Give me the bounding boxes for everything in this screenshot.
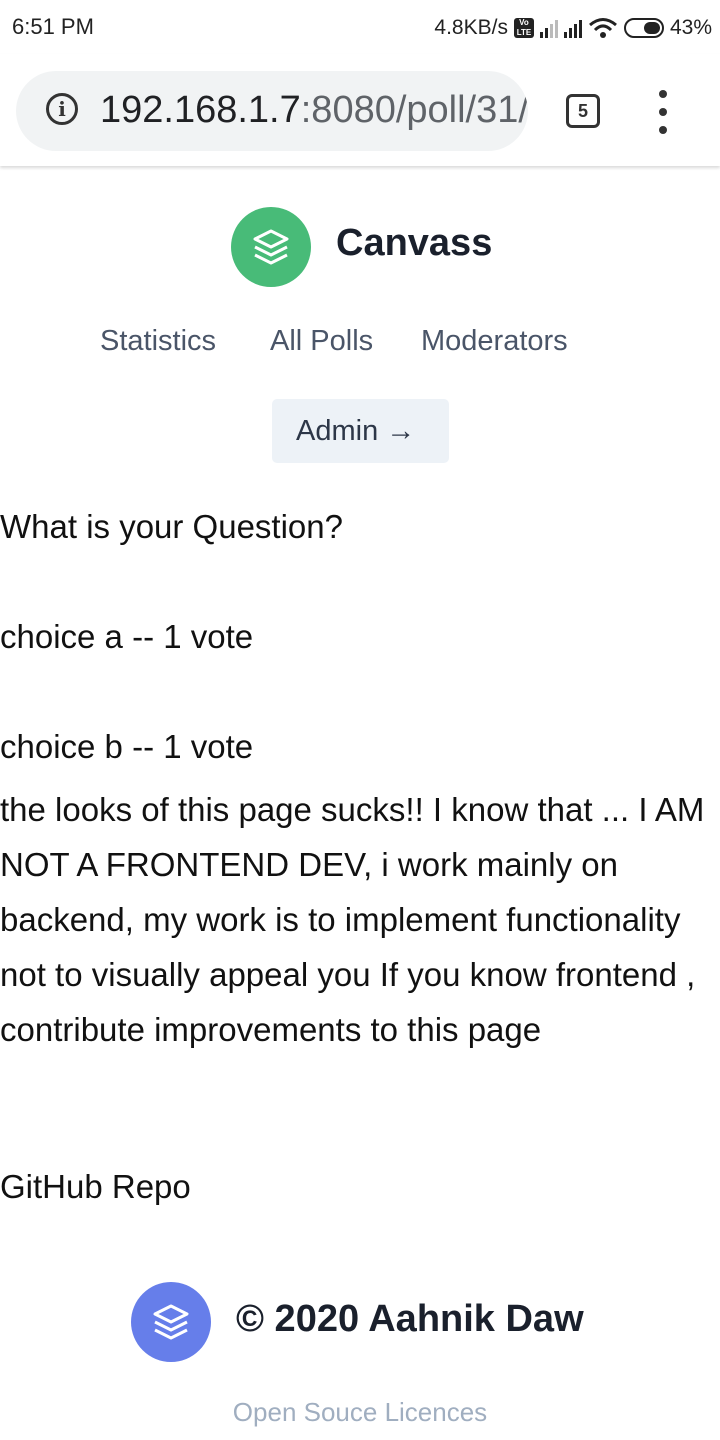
info-icon[interactable]: i	[46, 93, 78, 125]
open-source-licences-link[interactable]: Open Souce Licences	[0, 1397, 720, 1428]
admin-button[interactable]: Admin →	[272, 399, 449, 463]
brand-title[interactable]: Canvass	[336, 222, 492, 265]
canvass-logo-icon[interactable]	[231, 207, 311, 287]
status-icons: 4.8KB/s Vo LTE 43%	[434, 14, 712, 42]
nav-link-all-polls[interactable]: All Polls	[270, 325, 373, 358]
admin-button-label: Admin	[296, 415, 379, 447]
url-host: 192.168.1.7	[100, 89, 301, 131]
footer-logo-icon	[131, 1282, 211, 1362]
poll-choice-a: choice a -- 1 vote	[0, 618, 254, 655]
url-path: :8080/poll/31/	[300, 89, 528, 131]
wifi-icon	[589, 18, 617, 38]
browser-toolbar: i 192.168.1.7:8080/poll/31/ 5	[0, 54, 720, 166]
developer-note: the looks of this page sucks!! I know th…	[0, 791, 705, 1048]
battery-percent: 43%	[669, 16, 712, 39]
nav-link-moderators[interactable]: Moderators	[421, 325, 568, 358]
volte-icon: Vo LTE	[513, 18, 534, 38]
nav-link-statistics[interactable]: Statistics	[100, 325, 216, 358]
overflow-menu-icon[interactable]	[648, 90, 678, 134]
signal-icon	[539, 18, 558, 38]
status-bar: 6:51 PM 4.8KB/s Vo LTE 43%	[0, 0, 720, 54]
tab-switcher-button[interactable]: 5	[566, 94, 600, 128]
arrow-right-icon: →	[386, 415, 416, 447]
signal-icon	[563, 18, 582, 38]
battery-icon	[623, 18, 664, 38]
copyright-text: © 2020 Aahnik Daw	[236, 1298, 584, 1340]
network-speed: 4.8KB/s	[434, 16, 508, 39]
poll-question: What is your Question?	[0, 508, 343, 545]
github-repo-link[interactable]: GitHub Repo	[0, 1168, 191, 1206]
address-bar[interactable]: i 192.168.1.7:8080/poll/31/	[16, 71, 528, 151]
status-time: 6:51 PM	[12, 14, 94, 39]
poll-choice-b: choice b -- 1 vote	[0, 728, 254, 765]
url-text[interactable]: 192.168.1.7:8080/poll/31/	[100, 89, 528, 132]
